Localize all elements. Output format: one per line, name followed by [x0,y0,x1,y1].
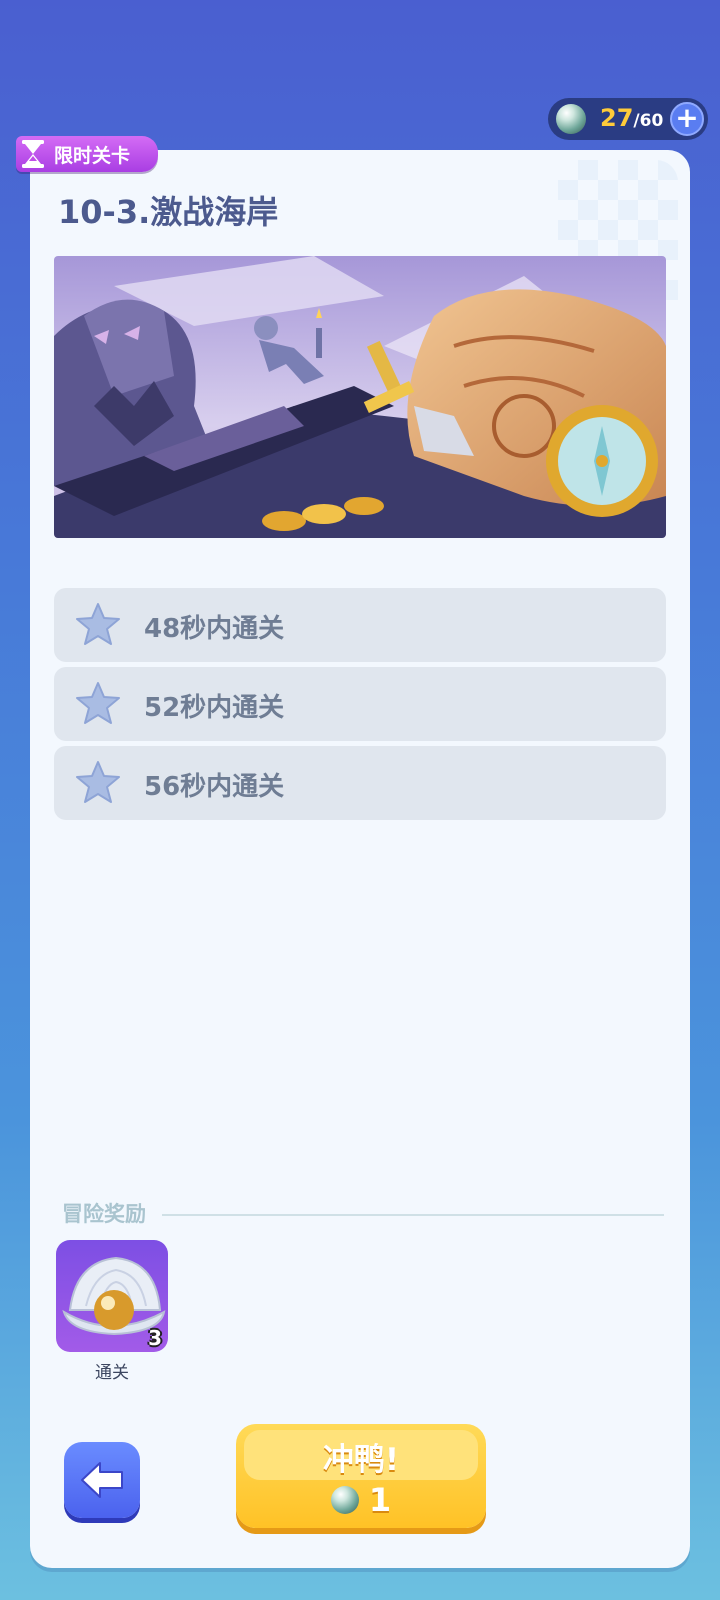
star-icon [76,761,120,803]
start-label: 冲鸭! [322,1442,400,1478]
energy-current: 27 [600,104,634,132]
hourglass-icon [16,136,50,172]
energy-value: 27 /60 [600,104,663,134]
badge-label: 限时关卡 [54,144,131,167]
objective-item: 56秒内通关 [54,746,666,820]
pearl-icon [330,1486,359,1514]
reward-label: 通关 [95,1363,129,1383]
reward-heading: 冒险奖励 [62,1202,146,1226]
arrow-left-icon [81,1462,123,1498]
limited-level-badge: 限时关卡 [16,136,158,172]
reward-count: 3 [148,1326,162,1350]
objective-text: 48秒内通关 [144,614,285,644]
objective-text: 56秒内通关 [144,772,285,802]
reward-item[interactable]: 3 [56,1240,168,1352]
objective-item: 48秒内通关 [54,588,666,662]
pearl-icon [556,104,586,134]
level-title: 10-3.激战海岸 [58,193,279,231]
star-icon [76,682,120,724]
objective-item: 52秒内通关 [54,667,666,741]
cost-row: 1 [236,1480,486,1520]
energy-max: /60 [633,111,664,131]
cost-value: 1 [368,1481,392,1519]
add-energy-button[interactable]: + [670,102,704,136]
level-banner-image [54,256,666,538]
star-icon [76,603,120,645]
objective-text: 52秒内通关 [144,693,285,723]
reward-divider [162,1214,664,1216]
back-button[interactable] [64,1442,140,1518]
energy-counter: 27 /60 + [548,98,708,140]
start-level-button[interactable]: 冲鸭! 1 [236,1424,486,1528]
